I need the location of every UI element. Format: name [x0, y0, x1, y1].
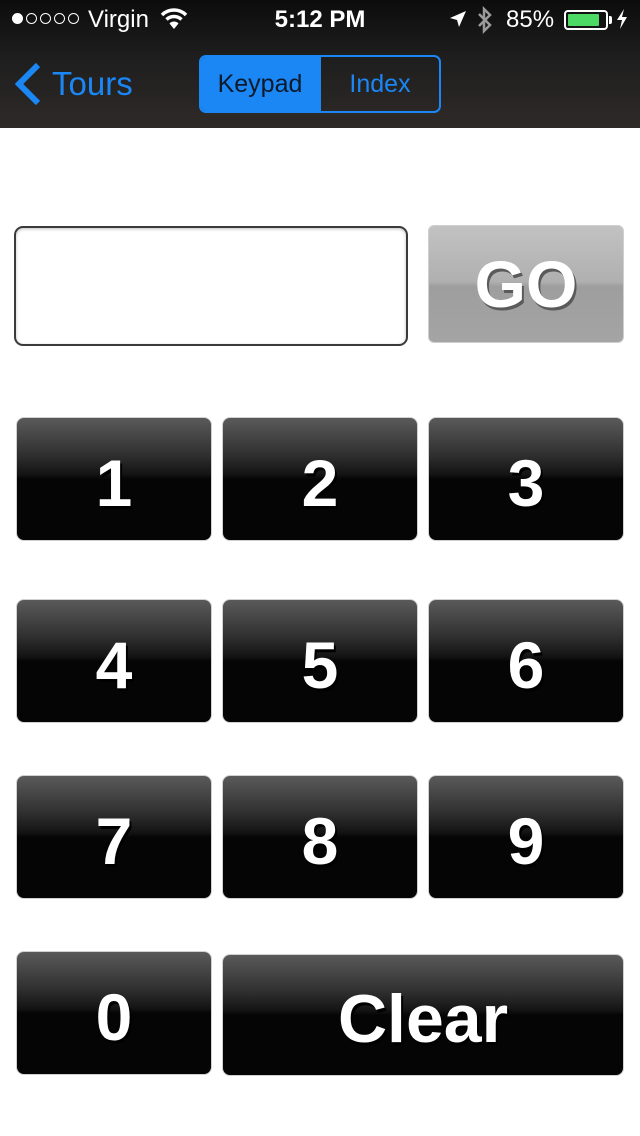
- key-label: 7: [95, 804, 133, 878]
- status-bar: Virgin 5:12 PM 85%: [0, 0, 640, 40]
- key-2[interactable]: 2: [222, 417, 418, 541]
- battery-icon: [564, 10, 608, 30]
- bluetooth-icon: [478, 6, 492, 34]
- key-label: 2: [301, 446, 339, 520]
- charging-bolt-icon: [617, 9, 627, 29]
- key-label: 5: [301, 628, 339, 702]
- clear-button[interactable]: Clear: [222, 954, 624, 1076]
- battery-fill: [568, 14, 599, 26]
- key-6[interactable]: 6: [428, 599, 624, 723]
- view-segmented-control: Keypad Index: [199, 55, 441, 113]
- chevron-left-icon: [14, 62, 41, 106]
- key-label: 0: [95, 980, 133, 1054]
- key-label: 4: [95, 628, 133, 702]
- segment-keypad[interactable]: Keypad: [201, 57, 319, 111]
- back-button-label: Tours: [52, 65, 133, 102]
- key-0[interactable]: 0: [16, 951, 212, 1075]
- location-arrow-icon: [450, 11, 466, 27]
- go-button-label: GO: [474, 247, 578, 321]
- battery-tip: [609, 16, 612, 24]
- key-label: 1: [95, 446, 133, 520]
- go-button[interactable]: GO: [428, 225, 624, 343]
- key-4[interactable]: 4: [16, 599, 212, 723]
- key-label: 3: [507, 446, 545, 520]
- key-9[interactable]: 9: [428, 775, 624, 899]
- back-button[interactable]: Tours: [14, 60, 133, 108]
- key-label: 8: [301, 804, 339, 878]
- battery-percent: 85%: [506, 6, 555, 33]
- segment-index[interactable]: Index: [319, 57, 439, 111]
- key-1[interactable]: 1: [16, 417, 212, 541]
- key-5[interactable]: 5: [222, 599, 418, 723]
- key-7[interactable]: 7: [16, 775, 212, 899]
- key-3[interactable]: 3: [428, 417, 624, 541]
- key-8[interactable]: 8: [222, 775, 418, 899]
- key-label: 6: [507, 628, 545, 702]
- tour-code-input[interactable]: [14, 226, 408, 346]
- top-bar: Virgin 5:12 PM 85% Tours Keypad Index: [0, 0, 640, 128]
- clear-button-label: Clear: [337, 981, 509, 1057]
- key-label: 9: [507, 804, 545, 878]
